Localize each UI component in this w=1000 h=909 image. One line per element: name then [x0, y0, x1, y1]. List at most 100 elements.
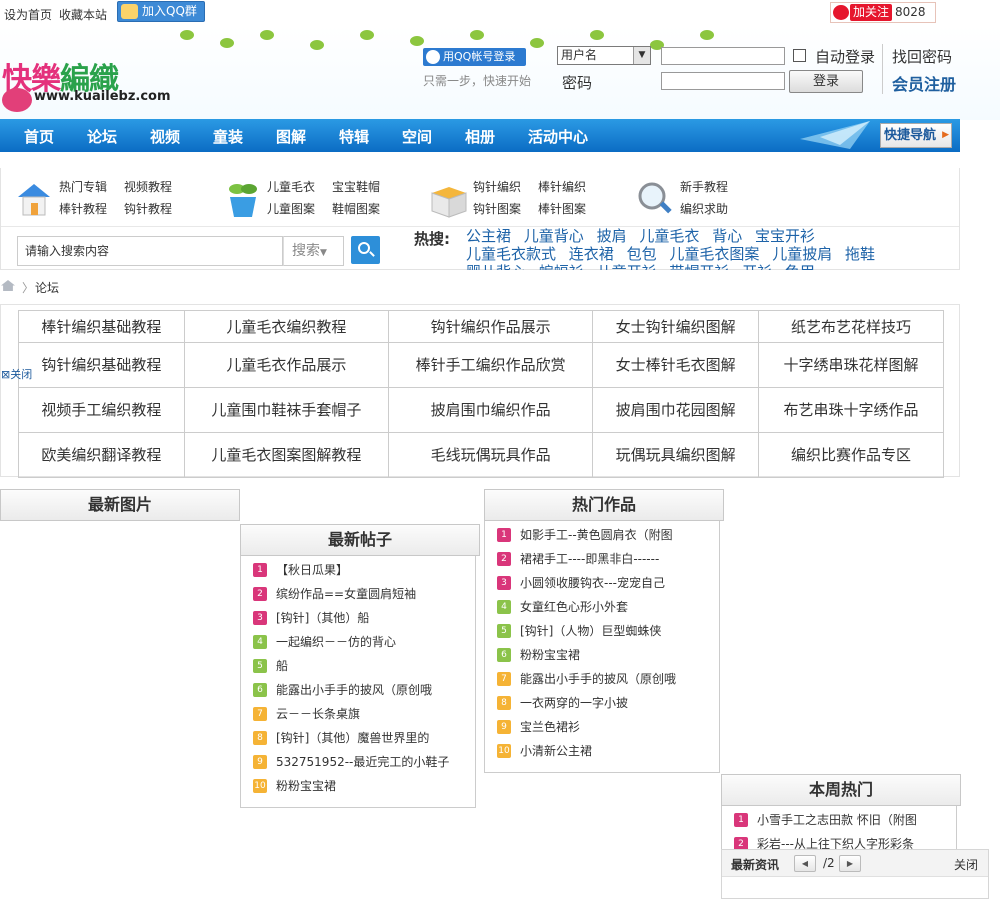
login-type-select[interactable]: 用户名 ▼	[557, 46, 651, 65]
category-link[interactable]: 钩针图案	[473, 200, 521, 217]
hot-search-word[interactable]: 儿童毛衣款式	[466, 245, 556, 263]
search-input[interactable]: 请输入搜索内容	[17, 236, 283, 266]
forum-board-link[interactable]: 儿童毛衣图案图解教程	[183, 432, 389, 478]
list-item[interactable]: 8 一衣两穿的一字小披	[497, 695, 676, 719]
quick-nav-button[interactable]: 快捷导航 ▶	[880, 123, 952, 148]
list-item[interactable]: 5 [钩针]（人物）巨型蜘蛛侠	[497, 623, 676, 647]
nav-item-kids-wear[interactable]: 童装	[213, 126, 243, 147]
list-item[interactable]: 6 能露出小手手的披风（原创哦	[253, 682, 449, 706]
login-button[interactable]: 登录	[789, 70, 863, 93]
forum-board-link[interactable]: 编织比赛作品专区	[757, 432, 945, 478]
category-link[interactable]: 棒针图案	[538, 200, 586, 217]
forum-board-link[interactable]: 棒针编织基础教程	[18, 310, 185, 343]
nav-item-diagrams[interactable]: 图解	[276, 126, 306, 147]
list-item[interactable]: 7 云－－长条桌旗	[253, 706, 449, 730]
forum-board-link[interactable]: 儿童围巾鞋袜手套帽子	[183, 387, 389, 433]
forum-board-link[interactable]: 纸艺布艺花样技巧	[757, 310, 945, 343]
forum-board-link[interactable]: 披肩围巾花园图解	[592, 387, 759, 433]
list-item[interactable]: 5船	[253, 658, 449, 682]
category-link[interactable]: 儿童毛衣	[267, 178, 315, 195]
next-page-button[interactable]: ▶	[839, 855, 861, 872]
category-link[interactable]: 钩针教程	[124, 200, 172, 217]
forum-board-link[interactable]: 女士钩针编织图解	[592, 310, 759, 343]
breadcrumb-current[interactable]: 论坛	[35, 279, 59, 296]
nav-item-home[interactable]: 首页	[24, 126, 54, 147]
nav-item-space[interactable]: 空间	[402, 126, 432, 147]
hot-search-word[interactable]: 儿童毛衣	[639, 227, 699, 245]
hot-search-word[interactable]: 公主裙	[466, 227, 511, 245]
category-link[interactable]: 钩针编织	[473, 178, 521, 195]
forum-board-link[interactable]: 视频手工编织教程	[18, 387, 185, 433]
list-item[interactable]: 1 如影手工--黄色圆肩衣（附图	[497, 527, 676, 551]
category-link[interactable]: 宝宝鞋帽	[332, 178, 380, 195]
forum-board-link[interactable]: 披肩围巾编织作品	[387, 387, 594, 433]
nav-item-events[interactable]: 活动中心	[528, 126, 588, 147]
hot-search-word[interactable]: 蝙蝠衫	[539, 263, 584, 270]
category-link[interactable]: 儿童图案	[267, 200, 315, 217]
hot-search-word[interactable]: 带帽开衫	[669, 263, 729, 270]
forum-board-link[interactable]: 毛线玩偶玩具作品	[387, 432, 594, 478]
nav-item-video[interactable]: 视频	[150, 126, 180, 147]
hot-search-word[interactable]: 婴儿背心	[466, 263, 526, 270]
list-item[interactable]: 4 女童红色心形小外套	[497, 599, 676, 623]
list-item[interactable]: 1 小雪手工之志田款 怀旧（附图	[734, 812, 917, 836]
username-input[interactable]	[661, 47, 785, 65]
category-link[interactable]: 热门专辑	[59, 178, 107, 195]
list-item[interactable]: 10 小清新公主裙	[497, 743, 676, 767]
hot-search-word[interactable]: 披肩	[597, 227, 627, 245]
news-bar-close[interactable]: 关闭	[954, 856, 978, 873]
hot-search-word[interactable]: 宝宝开衫	[755, 227, 815, 245]
forum-board-link[interactable]: 十字绣串珠花样图解	[757, 342, 945, 388]
bookmark-link[interactable]: 收藏本站	[59, 6, 107, 23]
close-sidebar-link[interactable]: ⊠关闭	[1, 366, 32, 382]
list-item[interactable]: 8 [钩针]（其他）魔兽世界里的	[253, 730, 449, 754]
auto-login-checkbox[interactable]	[793, 49, 806, 62]
forum-board-link[interactable]: 棒针手工编织作品欣赏	[387, 342, 594, 388]
list-item[interactable]: 2 缤纷作品==女童圆肩短袖	[253, 586, 449, 610]
nav-item-specials[interactable]: 特辑	[339, 126, 369, 147]
hot-search-word[interactable]: 儿童毛衣图案	[669, 245, 759, 263]
list-item[interactable]: 7 能露出小手手的披风（原创哦	[497, 671, 676, 695]
find-password-link[interactable]: 找回密码	[892, 46, 952, 67]
set-home-link[interactable]: 设为首页	[4, 6, 52, 23]
list-item[interactable]: 9 532751952--最近完工的小鞋子	[253, 754, 449, 778]
forum-board-link[interactable]: 布艺串珠十字绣作品	[757, 387, 945, 433]
list-item[interactable]: 9 宝兰色裙衫	[497, 719, 676, 743]
hot-search-word[interactable]: 连衣裙	[569, 245, 614, 263]
home-icon[interactable]	[1, 280, 15, 291]
category-link[interactable]: 鞋帽图案	[332, 200, 380, 217]
register-link[interactable]: 会员注册	[892, 71, 956, 95]
nav-item-forum[interactable]: 论坛	[87, 126, 117, 147]
category-link[interactable]: 视频教程	[124, 178, 172, 195]
prev-page-button[interactable]: ◀	[794, 855, 816, 872]
forum-board-link[interactable]: 钩针编织基础教程	[18, 342, 185, 388]
search-scope-select[interactable]: 搜索▼	[283, 236, 344, 266]
list-item[interactable]: 4 一起编织－－仿的背心	[253, 634, 449, 658]
category-link[interactable]: 新手教程	[680, 178, 728, 195]
forum-board-link[interactable]: 钩针编织作品展示	[387, 310, 594, 343]
list-item[interactable]: 3 小圆领收腰钩衣---宠宠自己	[497, 575, 676, 599]
list-item[interactable]: 10 粉粉宝宝裙	[253, 778, 449, 802]
forum-board-link[interactable]: 女士棒针毛衣图解	[592, 342, 759, 388]
hot-search-word[interactable]: 包包	[627, 245, 657, 263]
list-item[interactable]: 2 裙裙手工----即黑非白------	[497, 551, 676, 575]
forum-board-link[interactable]: 欧美编织翻译教程	[18, 432, 185, 478]
hot-search-word[interactable]: 儿童开衫	[597, 263, 657, 270]
join-qq-group-button[interactable]: 加入QQ群	[117, 1, 205, 22]
list-item[interactable]: 6 粉粉宝宝裙	[497, 647, 676, 671]
category-link[interactable]: 编织求助	[680, 200, 728, 217]
hot-search-word[interactable]: 儿童背心	[524, 227, 584, 245]
search-button[interactable]	[351, 236, 380, 264]
forum-board-link[interactable]: 儿童毛衣作品展示	[183, 342, 389, 388]
hot-search-word[interactable]: 拖鞋	[845, 245, 875, 263]
hot-search-word[interactable]: 背心	[712, 227, 742, 245]
qq-login-button[interactable]: 用QQ帐号登录	[423, 48, 526, 66]
hot-search-word[interactable]: 儿童披肩	[772, 245, 832, 263]
forum-board-link[interactable]: 玩偶玩具编织图解	[592, 432, 759, 478]
hot-search-word[interactable]: 龟甲...	[785, 263, 829, 270]
category-link[interactable]: 棒针教程	[59, 200, 107, 217]
list-item[interactable]: 3 [钩针]（其他）船	[253, 610, 449, 634]
category-link[interactable]: 棒针编织	[538, 178, 586, 195]
nav-item-album[interactable]: 相册	[465, 126, 495, 147]
weibo-follow-button[interactable]: 加关注	[850, 4, 892, 21]
